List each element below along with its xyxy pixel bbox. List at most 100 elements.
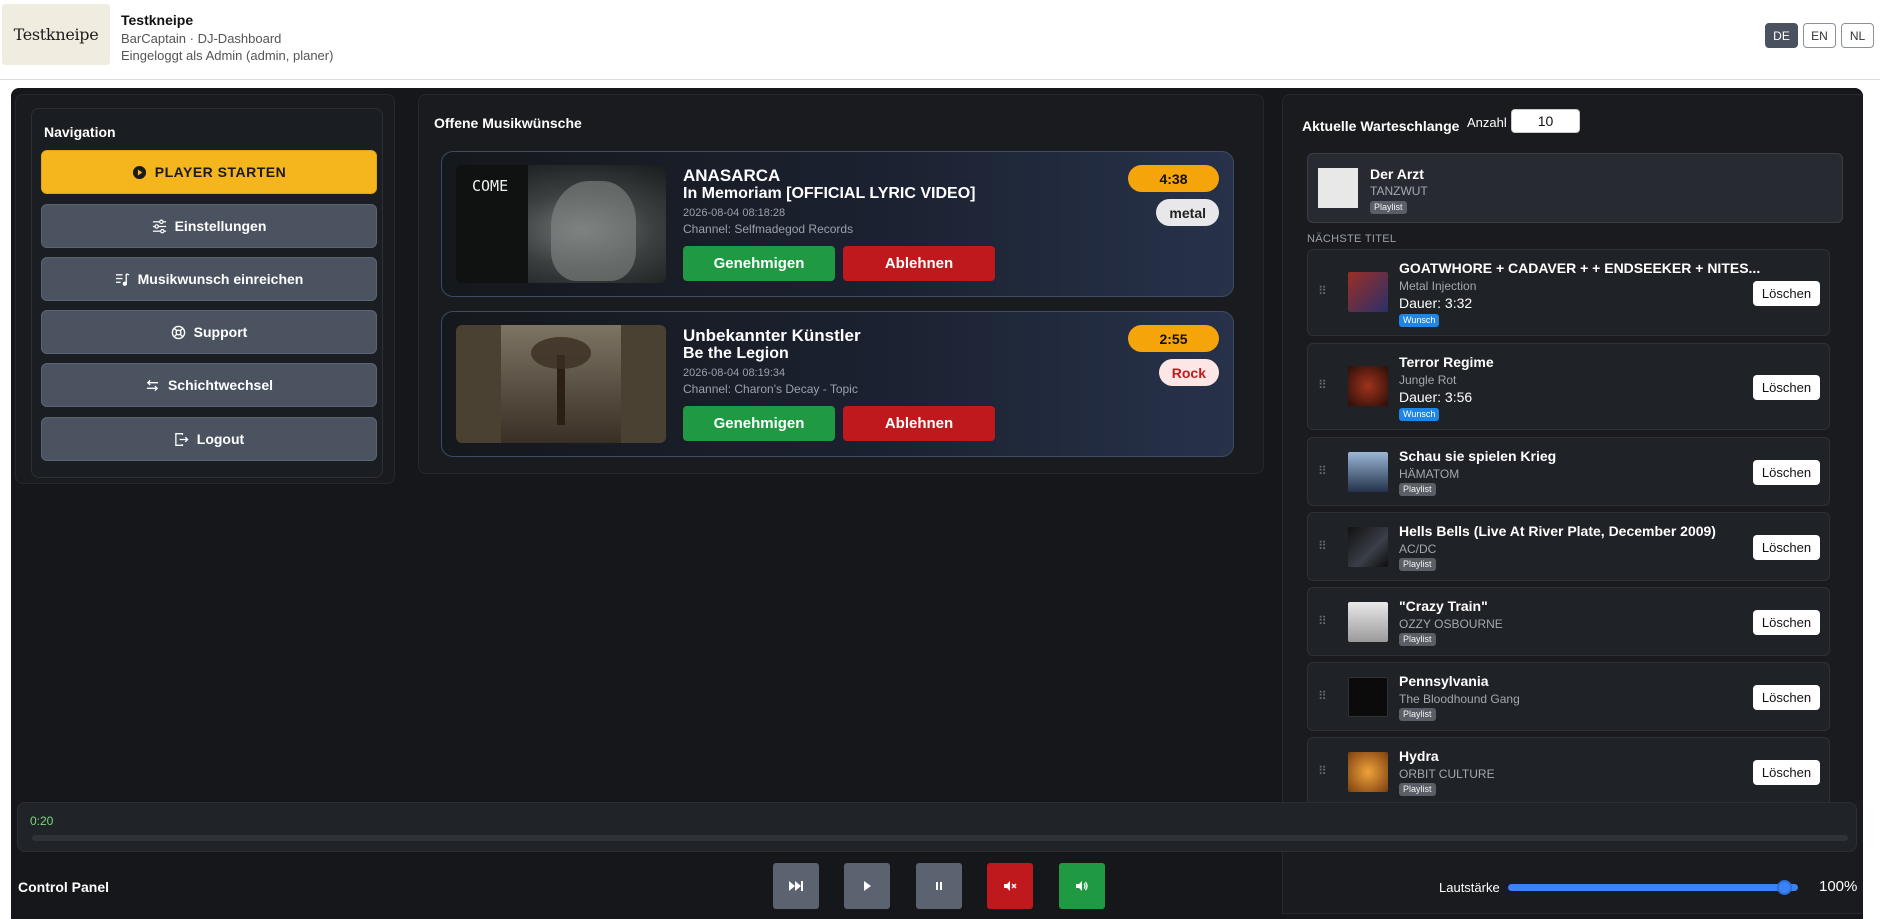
queue-item-title: Terror Regime [1399,354,1494,370]
queue-item-artist: HÄMATOM [1399,467,1460,481]
pause-icon [936,882,942,890]
delete-button[interactable]: Löschen [1753,460,1820,485]
drag-handle-icon[interactable]: ⠿ [1318,765,1332,777]
now-playing-card: Der Arzt TANZWUT Playlist [1307,153,1843,223]
swap-arrows-icon [146,379,159,391]
skip-forward-icon [789,881,803,891]
request-card: Unbekannter Künstler Be the Legion 2026-… [441,311,1234,457]
queue-item-artist: AC/DC [1399,542,1437,556]
play-icon [864,881,871,891]
delete-button[interactable]: Löschen [1753,281,1820,306]
delete-button[interactable]: Löschen [1753,535,1820,560]
queue-item[interactable]: ⠿ Hydra ORBIT CULTURE Playlist Löschen [1307,737,1830,806]
language-de-button[interactable]: DE [1765,23,1798,48]
player-start-button[interactable]: PLAYER STARTEN [41,150,377,194]
drag-handle-icon[interactable]: ⠿ [1318,540,1332,552]
reject-button[interactable]: Ablehnen [843,406,995,441]
queue-item-duration: Dauer: 3:32 [1399,295,1473,311]
drag-handle-icon[interactable]: ⠿ [1318,615,1332,627]
request-channel: Channel: Charon's Decay - Topic [683,382,858,396]
player-start-label: PLAYER STARTEN [154,164,287,180]
queue-item-artist: Jungle Rot [1399,373,1457,387]
pause-button[interactable] [916,863,962,909]
queue-thumbnail [1348,452,1388,492]
play-button[interactable] [844,863,890,909]
queue-item[interactable]: ⠿ Terror Regime Jungle Rot Dauer: 3:56 W… [1307,343,1830,430]
request-badge: Wunsch [1399,408,1440,421]
queue-item[interactable]: ⠿ "Crazy Train" OZZY OSBOURNE Playlist L… [1307,587,1830,656]
delete-button[interactable]: Löschen [1753,375,1820,400]
shift-change-button[interactable]: Schichtwechsel [41,363,377,407]
mute-button[interactable] [987,863,1033,909]
next-tracks-label: NÄCHSTE TITEL [1307,233,1397,245]
queue-item[interactable]: ⠿ GOATWHORE + CADAVER + + ENDSEEKER + NI… [1307,249,1830,336]
playlist-badge: Playlist [1399,708,1436,721]
delete-button[interactable]: Löschen [1753,685,1820,710]
music-request-label: Musikwunsch einreichen [137,271,304,287]
request-thumbnail [456,325,666,443]
app-header: Testkneipe Testkneipe BarCaptain · DJ-Da… [0,0,1880,80]
playlist-badge: Playlist [1399,633,1436,646]
drag-handle-icon[interactable]: ⠿ [1318,379,1332,391]
queue-item-title: GOATWHORE + CADAVER + + ENDSEEKER + NITE… [1399,260,1761,276]
drag-handle-icon[interactable]: ⠿ [1318,690,1332,702]
navigation-title: Navigation [44,124,116,140]
request-thumbnail-caption: COME [472,177,509,195]
request-title: Be the Legion [683,345,789,362]
logout-icon [175,432,189,446]
logout-button[interactable]: Logout [41,417,377,461]
delete-button[interactable]: Löschen [1753,760,1820,785]
nav-column: Navigation PLAYER STARTEN Einstellungen … [15,94,395,484]
music-request-button[interactable]: Musikwunsch einreichen [41,257,377,301]
support-button[interactable]: Support [41,310,377,354]
volume-slider-handle[interactable] [1776,880,1792,895]
delete-button[interactable]: Löschen [1753,610,1820,635]
request-genre-badge: Rock [1158,359,1219,386]
venue-logo: Testkneipe [2,4,110,65]
now-playing-badge: Playlist [1370,201,1407,214]
approve-button[interactable]: Genehmigen [683,406,835,441]
queue-item-title: Hells Bells (Live At River Plate, Decemb… [1399,523,1716,539]
queue-thumbnail [1348,527,1388,567]
request-duration-badge: 4:38 [1128,165,1219,192]
settings-label: Einstellungen [174,218,267,234]
playlist-badge: Playlist [1399,558,1436,571]
dashboard: Navigation PLAYER STARTEN Einstellungen … [11,88,1863,919]
request-artist: Unbekannter Künstler [683,326,861,345]
now-playing-title: Der Arzt [1370,166,1424,182]
queue-item[interactable]: ⠿ Hells Bells (Live At River Plate, Dece… [1307,512,1830,581]
reject-button[interactable]: Ablehnen [843,246,995,281]
language-en-button[interactable]: EN [1803,23,1836,48]
queue-item-artist: Metal Injection [1399,279,1477,293]
speaker-volume-icon [1076,881,1088,891]
shift-change-label: Schichtwechsel [167,377,274,393]
queue-item-title: Pennsylvania [1399,673,1489,689]
control-panel-label: Control Panel [18,879,110,895]
lifebuoy-icon [171,325,185,339]
queue-title: Aktuelle Warteschlange [1302,118,1460,134]
queue-item[interactable]: ⠿ Pennsylvania The Bloodhound Gang Playl… [1307,662,1830,731]
queue-item-artist: ORBIT CULTURE [1399,767,1495,781]
queue-item-artist: OZZY OSBOURNE [1399,617,1503,631]
skip-button[interactable] [773,863,819,909]
play-circle-icon [132,165,146,179]
playback-progress: 0:20 [17,802,1857,852]
volume-slider[interactable] [1508,880,1798,895]
settings-button[interactable]: Einstellungen [41,204,377,248]
unmute-button[interactable] [1059,863,1105,909]
progress-bar[interactable] [32,835,1848,841]
drag-handle-icon[interactable]: ⠿ [1318,465,1332,477]
playlist-badge: Playlist [1399,483,1436,496]
queue-count-label: Anzahl [1467,115,1507,130]
volume-percentage: 100% [1819,878,1858,895]
queue-count-input[interactable]: 10 [1511,109,1580,133]
queue-item-duration: Dauer: 3:56 [1399,389,1473,405]
login-info: Eingeloggt als Admin (admin, planer) [121,48,334,63]
approve-button[interactable]: Genehmigen [683,246,835,281]
drag-handle-icon[interactable]: ⠿ [1318,285,1332,297]
queue-item-title: Hydra [1399,748,1439,764]
queue-item[interactable]: ⠿ Schau sie spielen Krieg HÄMATOM Playli… [1307,437,1830,506]
support-label: Support [193,324,248,340]
sliders-icon [152,219,166,233]
language-nl-button[interactable]: NL [1841,23,1874,48]
